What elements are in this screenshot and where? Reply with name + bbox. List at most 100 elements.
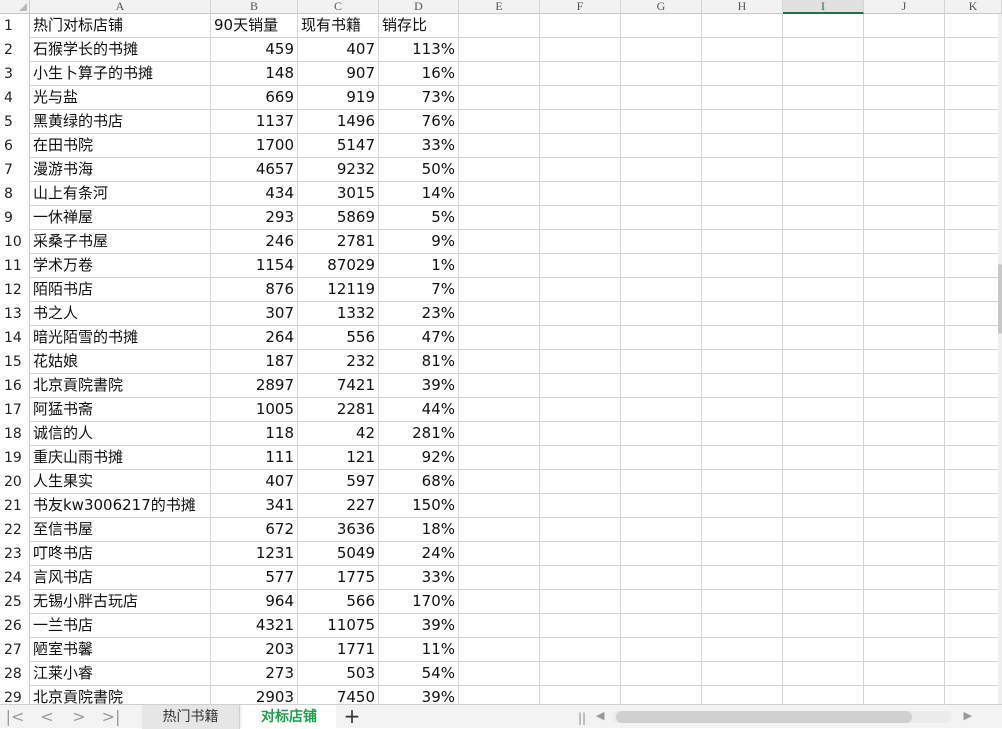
empty-cell[interactable] [702, 230, 783, 254]
header-cell-ratio[interactable]: 销存比 [379, 14, 459, 38]
empty-cell[interactable] [540, 350, 621, 374]
empty-cell[interactable] [783, 278, 864, 302]
empty-cell[interactable] [702, 206, 783, 230]
empty-cell[interactable] [621, 206, 702, 230]
empty-cell[interactable] [702, 326, 783, 350]
row-header[interactable]: 7 [0, 158, 30, 182]
column-header-d[interactable]: D [379, 0, 459, 14]
empty-cell[interactable] [864, 326, 945, 350]
row-header[interactable]: 14 [0, 326, 30, 350]
empty-cell[interactable] [540, 614, 621, 638]
cell-stock[interactable]: 907 [298, 62, 379, 86]
cell-store-name[interactable]: 一休禅屋 [30, 206, 211, 230]
cell-stock[interactable]: 597 [298, 470, 379, 494]
cell-store-name[interactable]: 陋室书馨 [30, 638, 211, 662]
empty-cell[interactable] [621, 230, 702, 254]
empty-cell[interactable] [783, 614, 864, 638]
empty-cell[interactable] [864, 182, 945, 206]
empty-cell[interactable] [945, 422, 1002, 446]
cell-stock[interactable]: 2781 [298, 230, 379, 254]
header-cell-sales90[interactable]: 90天销量 [211, 14, 298, 38]
row-header[interactable]: 21 [0, 494, 30, 518]
empty-cell[interactable] [945, 134, 1002, 158]
empty-cell[interactable] [783, 398, 864, 422]
cell-stock[interactable]: 121 [298, 446, 379, 470]
header-cell-name[interactable]: 热门对标店铺 [30, 14, 211, 38]
cell-ratio[interactable]: 7% [379, 278, 459, 302]
empty-cell[interactable] [621, 110, 702, 134]
row-header[interactable]: 18 [0, 422, 30, 446]
empty-cell[interactable] [864, 158, 945, 182]
empty-cell[interactable] [783, 326, 864, 350]
empty-cell[interactable] [702, 86, 783, 110]
empty-cell[interactable] [864, 350, 945, 374]
empty-cell[interactable] [540, 14, 621, 38]
empty-cell[interactable] [945, 662, 1002, 686]
cell-sales90[interactable]: 111 [211, 446, 298, 470]
empty-cell[interactable] [864, 38, 945, 62]
cell-sales90[interactable]: 2903 [211, 686, 298, 704]
empty-cell[interactable] [621, 542, 702, 566]
cell-store-name[interactable]: 书友kw3006217的书摊 [30, 494, 211, 518]
empty-cell[interactable] [540, 62, 621, 86]
empty-cell[interactable] [864, 590, 945, 614]
empty-cell[interactable] [459, 230, 540, 254]
cell-ratio[interactable]: 44% [379, 398, 459, 422]
cell-sales90[interactable]: 672 [211, 518, 298, 542]
empty-cell[interactable] [459, 62, 540, 86]
empty-cell[interactable] [783, 38, 864, 62]
empty-cell[interactable] [621, 302, 702, 326]
empty-cell[interactable] [459, 86, 540, 110]
cell-store-name[interactable]: 采桑子书屋 [30, 230, 211, 254]
empty-cell[interactable] [459, 38, 540, 62]
empty-cell[interactable] [540, 182, 621, 206]
empty-cell[interactable] [945, 590, 1002, 614]
empty-cell[interactable] [864, 422, 945, 446]
empty-cell[interactable] [621, 182, 702, 206]
empty-cell[interactable] [702, 422, 783, 446]
cell-ratio[interactable]: 39% [379, 686, 459, 704]
horizontal-scrollbar[interactable]: || ◀ ▶ [576, 705, 1002, 728]
empty-cell[interactable] [459, 278, 540, 302]
next-sheet-icon[interactable]: > [68, 707, 90, 727]
cell-sales90[interactable]: 264 [211, 326, 298, 350]
empty-cell[interactable] [783, 686, 864, 704]
empty-cell[interactable] [864, 398, 945, 422]
empty-cell[interactable] [945, 302, 1002, 326]
cell-store-name[interactable]: 陌陌书店 [30, 278, 211, 302]
empty-cell[interactable] [864, 470, 945, 494]
cell-store-name[interactable]: 学术万卷 [30, 254, 211, 278]
empty-cell[interactable] [540, 494, 621, 518]
cell-stock[interactable]: 12119 [298, 278, 379, 302]
row-header[interactable]: 3 [0, 62, 30, 86]
cell-ratio[interactable]: 281% [379, 422, 459, 446]
empty-cell[interactable] [540, 86, 621, 110]
empty-cell[interactable] [540, 134, 621, 158]
cell-stock[interactable]: 556 [298, 326, 379, 350]
cell-ratio[interactable]: 50% [379, 158, 459, 182]
empty-cell[interactable] [864, 62, 945, 86]
empty-cell[interactable] [621, 398, 702, 422]
empty-cell[interactable] [621, 326, 702, 350]
empty-cell[interactable] [702, 374, 783, 398]
row-header[interactable]: 16 [0, 374, 30, 398]
empty-cell[interactable] [540, 446, 621, 470]
cell-stock[interactable]: 11075 [298, 614, 379, 638]
empty-cell[interactable] [702, 638, 783, 662]
cell-sales90[interactable]: 341 [211, 494, 298, 518]
cell-store-name[interactable]: 言风书店 [30, 566, 211, 590]
empty-cell[interactable] [459, 494, 540, 518]
empty-cell[interactable] [783, 566, 864, 590]
empty-cell[interactable] [702, 590, 783, 614]
empty-cell[interactable] [702, 278, 783, 302]
cell-ratio[interactable]: 5% [379, 206, 459, 230]
empty-cell[interactable] [621, 614, 702, 638]
cell-sales90[interactable]: 1137 [211, 110, 298, 134]
empty-cell[interactable] [540, 422, 621, 446]
empty-cell[interactable] [783, 182, 864, 206]
row-header[interactable]: 9 [0, 206, 30, 230]
column-header-f[interactable]: F [540, 0, 621, 14]
empty-cell[interactable] [702, 350, 783, 374]
cell-sales90[interactable]: 293 [211, 206, 298, 230]
row-header[interactable]: 29 [0, 686, 30, 704]
